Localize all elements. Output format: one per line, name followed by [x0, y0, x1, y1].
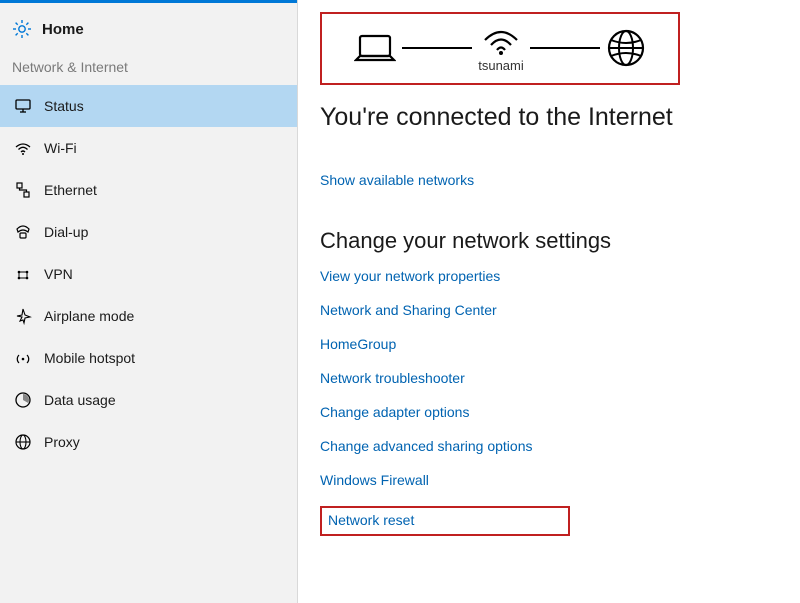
- settings-links-list: View your network properties Network and …: [320, 268, 770, 488]
- wifi-icon: [481, 22, 521, 56]
- nav-list: Status Wi-Fi Ethernet Dial-up VPN Airplane mo…: [0, 85, 297, 463]
- sidebar-item-airplane[interactable]: Airplane mode: [0, 295, 297, 337]
- change-advanced-sharing-link[interactable]: Change advanced sharing options: [320, 438, 770, 454]
- change-adapter-options-link[interactable]: Change adapter options: [320, 404, 770, 420]
- network-reset-highlight: Network reset: [320, 506, 570, 536]
- nav-item-label: Dial-up: [44, 224, 88, 240]
- nav-item-label: Proxy: [44, 434, 80, 450]
- laptop-icon: [354, 32, 396, 64]
- nav-item-label: VPN: [44, 266, 73, 282]
- sidebar-item-mobile-hotspot[interactable]: Mobile hotspot: [0, 337, 297, 379]
- network-troubleshooter-link[interactable]: Network troubleshooter: [320, 370, 770, 386]
- dialup-icon: [14, 223, 32, 241]
- main-content: tsunami You're connected to the Internet…: [298, 0, 800, 603]
- network-reset-link[interactable]: Network reset: [328, 512, 414, 528]
- connector-line: [402, 47, 472, 49]
- device-node: [354, 32, 396, 64]
- show-available-networks-link[interactable]: Show available networks: [320, 172, 474, 188]
- globe-icon: [606, 28, 646, 68]
- network-sharing-center-link[interactable]: Network and Sharing Center: [320, 302, 770, 318]
- nav-item-label: Mobile hotspot: [44, 350, 135, 366]
- sidebar-item-vpn[interactable]: VPN: [0, 253, 297, 295]
- sidebar-item-proxy[interactable]: Proxy: [0, 421, 297, 463]
- wifi-icon: [14, 139, 32, 157]
- nav-item-label: Data usage: [44, 392, 116, 408]
- gear-icon: [12, 19, 32, 39]
- network-node: tsunami: [478, 22, 524, 73]
- nav-item-label: Status: [44, 98, 84, 114]
- vpn-icon: [14, 265, 32, 283]
- windows-firewall-link[interactable]: Windows Firewall: [320, 472, 770, 488]
- sidebar-item-ethernet[interactable]: Ethernet: [0, 169, 297, 211]
- view-network-properties-link[interactable]: View your network properties: [320, 268, 770, 284]
- home-label: Home: [42, 21, 84, 38]
- home-button[interactable]: Home: [0, 3, 297, 47]
- hotspot-icon: [14, 349, 32, 367]
- nav-item-label: Airplane mode: [44, 308, 134, 324]
- airplane-icon: [14, 307, 32, 325]
- sidebar-item-data-usage[interactable]: Data usage: [0, 379, 297, 421]
- change-settings-title: Change your network settings: [320, 228, 770, 254]
- network-diagram-highlight: tsunami: [320, 12, 680, 85]
- sidebar-item-wifi[interactable]: Wi-Fi: [0, 127, 297, 169]
- network-diagram: tsunami: [338, 22, 662, 73]
- section-label: Network & Internet: [0, 47, 297, 85]
- sidebar: Home Network & Internet Status Wi-Fi Ether…: [0, 0, 298, 603]
- data-icon: [14, 391, 32, 409]
- monitor-icon: [14, 97, 32, 115]
- nav-item-label: Ethernet: [44, 182, 97, 198]
- ethernet-icon: [14, 181, 32, 199]
- globe-small-icon: [14, 433, 32, 451]
- nav-item-label: Wi-Fi: [44, 140, 77, 156]
- sidebar-item-status[interactable]: Status: [0, 85, 297, 127]
- homegroup-link[interactable]: HomeGroup: [320, 336, 770, 352]
- internet-node: [606, 28, 646, 68]
- status-title: You're connected to the Internet: [320, 103, 770, 132]
- connector-line: [530, 47, 600, 49]
- sidebar-item-dialup[interactable]: Dial-up: [0, 211, 297, 253]
- network-name-label: tsunami: [478, 58, 524, 73]
